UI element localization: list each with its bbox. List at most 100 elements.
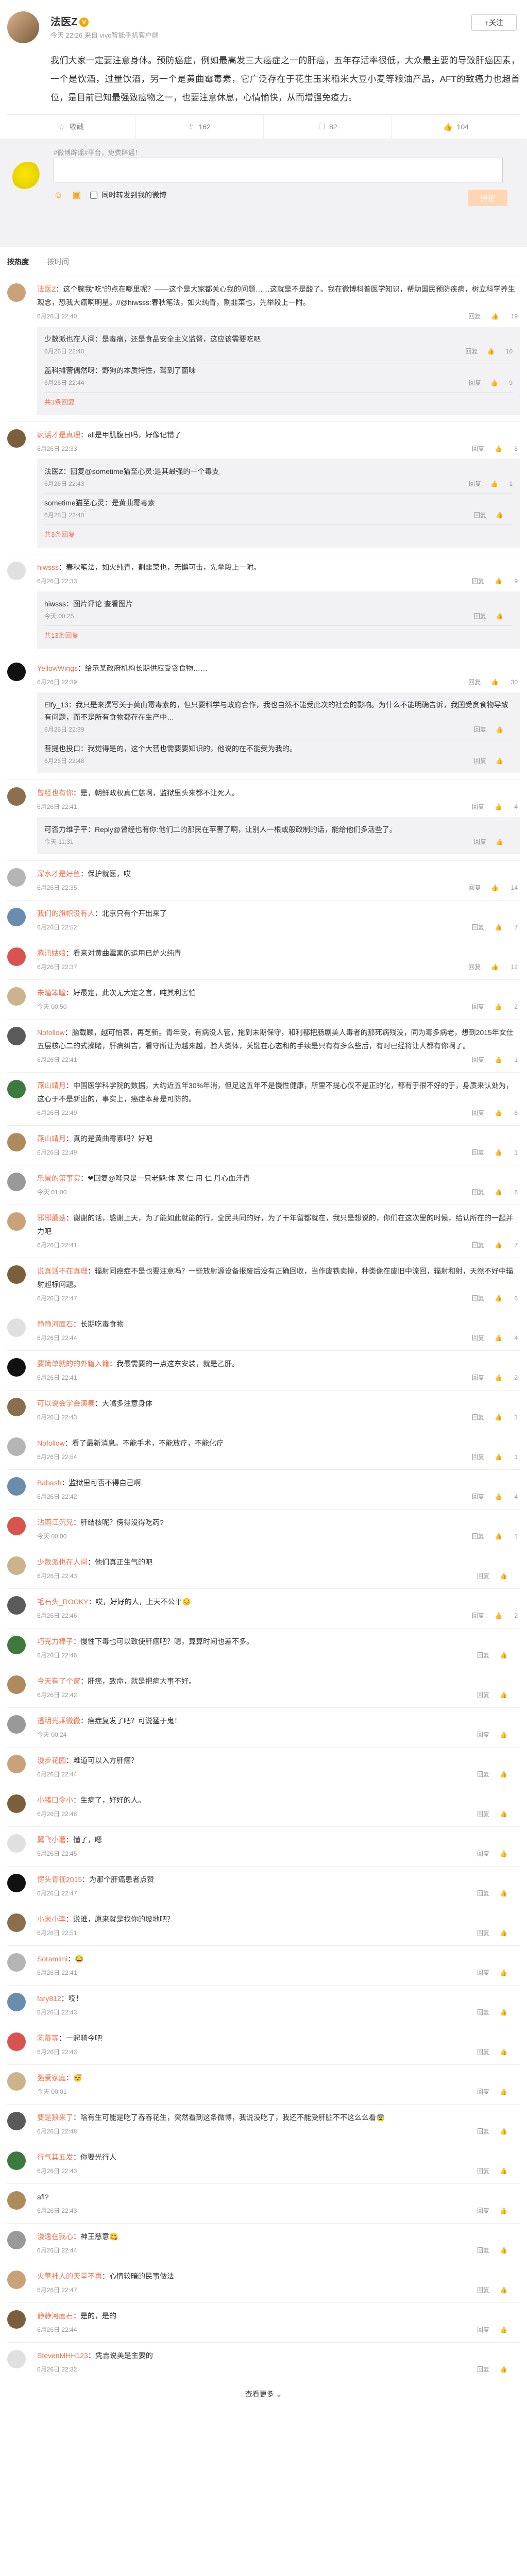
commenter-avatar[interactable] — [7, 1794, 26, 1813]
topic-tag-line[interactable]: #微博辟谣#平台，免费辟谣！ — [54, 147, 513, 158]
reply-button[interactable]: 回复 — [472, 1003, 484, 1010]
like-icon[interactable]: 👍 — [500, 1929, 518, 1937]
like-icon[interactable]: 👍 1 — [495, 1453, 518, 1461]
reply-button[interactable]: 回复 — [468, 313, 481, 320]
commenter-avatar[interactable] — [7, 1027, 26, 1045]
like-icon[interactable]: 👍 — [500, 1890, 518, 1897]
commenter-avatar[interactable] — [7, 1953, 26, 1972]
like-icon[interactable]: 👍 1 — [495, 1056, 518, 1063]
commenter-name[interactable]: 要简单就的的外籍入籍 — [37, 1360, 109, 1368]
commenter-avatar[interactable] — [7, 1596, 26, 1615]
commenter-name[interactable]: YellowWings — [37, 664, 78, 672]
like-icon[interactable]: 👍 — [496, 512, 513, 519]
reply-button[interactable]: 回复 — [474, 838, 486, 845]
reply-button[interactable]: 回复 — [472, 1533, 484, 1540]
commenter-name[interactable]: 翼飞小薯 — [37, 1836, 66, 1844]
like-icon[interactable]: 👍 — [500, 1969, 518, 1976]
commenter-avatar[interactable] — [7, 868, 26, 887]
author-name-text[interactable]: 法医Z — [50, 16, 77, 28]
repost-checkbox-label[interactable]: 同时转发到我的微博 — [101, 191, 166, 199]
commenter-name[interactable]: 深水才是好鱼 — [37, 870, 80, 878]
reply-button[interactable]: 回复 — [474, 726, 486, 733]
reply-button[interactable]: 回复 — [472, 1295, 484, 1302]
commenter-avatar[interactable] — [7, 1517, 26, 1535]
comment-input[interactable] — [54, 158, 503, 182]
like-icon[interactable]: 👍 — [500, 1850, 518, 1857]
commenter-avatar[interactable] — [7, 1265, 26, 1284]
reply-button[interactable]: 回复 — [477, 1731, 489, 1738]
image-icon[interactable]: ▣ — [72, 190, 81, 200]
commenter-name[interactable]: 强爱家庭 — [37, 2074, 66, 2082]
commenter-name[interactable]: 可以说会学会演奏 — [37, 1399, 95, 1408]
commenter-avatar[interactable] — [7, 1715, 26, 1734]
commenter-name[interactable]: 漫逸在我心 — [37, 2232, 73, 2241]
commenter-name[interactable]: Nofollow — [37, 1028, 65, 1037]
commenter-name[interactable]: StevenMHH123 — [37, 2351, 88, 2360]
submit-comment-button[interactable]: 评论 — [468, 190, 507, 206]
like-icon[interactable]: 👍 — [500, 2088, 518, 2095]
like-icon[interactable]: 👍 1 — [495, 1414, 518, 1421]
commenter-name[interactable]: 燕山靖月 — [37, 1081, 66, 1090]
like-icon[interactable]: 👍 — [500, 1771, 518, 1778]
reply-button[interactable]: 回复 — [465, 348, 478, 355]
like-icon[interactable]: 👍 30 — [491, 679, 518, 686]
commenter-avatar[interactable] — [7, 663, 26, 681]
commenter-avatar[interactable] — [7, 1173, 26, 1191]
like-icon[interactable]: 👍 12 — [491, 963, 518, 971]
commenter-avatar[interactable] — [7, 1080, 26, 1098]
commenter-avatar[interactable] — [7, 987, 26, 1006]
commenter-avatar[interactable] — [7, 947, 26, 966]
tab-time[interactable]: 按时间 — [47, 258, 69, 266]
like-icon[interactable]: 👍 — [500, 2286, 518, 2294]
commenter-name[interactable]: 要是狼来了 — [37, 2113, 73, 2122]
like-icon[interactable]: 👍 7 — [495, 1242, 518, 1249]
like-icon[interactable]: 👍 6 — [495, 1295, 518, 1302]
reply-button[interactable]: 回复 — [469, 379, 481, 386]
reply-button[interactable]: 回复 — [477, 1652, 489, 1659]
more-replies-link[interactable]: 共3条回复 — [44, 525, 513, 545]
commenter-avatar[interactable] — [7, 1636, 26, 1654]
more-replies-link[interactable]: 共13条回复 — [44, 626, 513, 646]
reply-button[interactable]: 回复 — [472, 578, 484, 585]
commenter-name[interactable]: 小米小李 — [37, 1915, 66, 1923]
commenter-avatar[interactable] — [7, 2270, 26, 2289]
like-icon[interactable]: 👍 6 — [495, 445, 518, 452]
comment-button[interactable]: ☐ 82 — [264, 115, 392, 139]
commenter-name[interactable]: Babash — [37, 1479, 61, 1487]
commenter-avatar[interactable] — [7, 2310, 26, 2329]
reply-button[interactable]: 回复 — [468, 963, 481, 971]
reply-button[interactable]: 回复 — [477, 2207, 489, 2214]
like-icon[interactable]: 👍 — [500, 2167, 518, 2175]
commenter-avatar[interactable] — [7, 1556, 26, 1575]
commenter-avatar[interactable] — [7, 1913, 26, 1932]
reply-button[interactable]: 回复 — [477, 1691, 489, 1699]
reply-button[interactable]: 回复 — [472, 1374, 484, 1381]
commenter-avatar[interactable] — [7, 2112, 26, 2130]
reply-button[interactable]: 回复 — [477, 2167, 489, 2175]
repost-button[interactable]: ⇪ 162 — [135, 115, 264, 139]
reply-button[interactable]: 回复 — [477, 2048, 489, 2056]
commenter-name[interactable]: Soramimi — [37, 1955, 67, 1963]
commenter-avatar[interactable] — [7, 1212, 26, 1231]
reply-button[interactable]: 回复 — [477, 1850, 489, 1857]
repost-checkbox[interactable] — [90, 191, 98, 199]
like-icon[interactable]: 👍 — [496, 838, 513, 845]
commenter-avatar[interactable] — [7, 2151, 26, 2170]
reply-button[interactable]: 回复 — [477, 2128, 489, 2135]
reply-button[interactable]: 回复 — [472, 1414, 484, 1421]
commenter-name[interactable]: 疯话才是真理 — [37, 431, 80, 439]
reply-button[interactable]: 回复 — [472, 1056, 484, 1063]
commenter-avatar[interactable] — [7, 2191, 26, 2210]
like-icon[interactable]: 👍 2 — [495, 1612, 518, 1619]
reply-button[interactable]: 回复 — [472, 1149, 484, 1156]
commenter-name[interactable]: 我们的旗帜没有人 — [37, 909, 95, 918]
like-icon[interactable]: 👍 — [500, 2366, 518, 2373]
commenter-avatar[interactable] — [7, 1755, 26, 1773]
commenter-name[interactable]: 行气其五发 — [37, 2153, 73, 2161]
commenter-name[interactable]: 愣头青视2015 — [37, 1875, 82, 1884]
commenter-avatar[interactable] — [7, 1675, 26, 1694]
commenter-name[interactable]: 说真话不在真理 — [37, 1267, 88, 1275]
like-icon[interactable]: 👍 — [500, 2048, 518, 2056]
reply-button[interactable]: 回复 — [477, 1810, 489, 1818]
like-icon[interactable]: 👍 10 — [487, 348, 513, 355]
